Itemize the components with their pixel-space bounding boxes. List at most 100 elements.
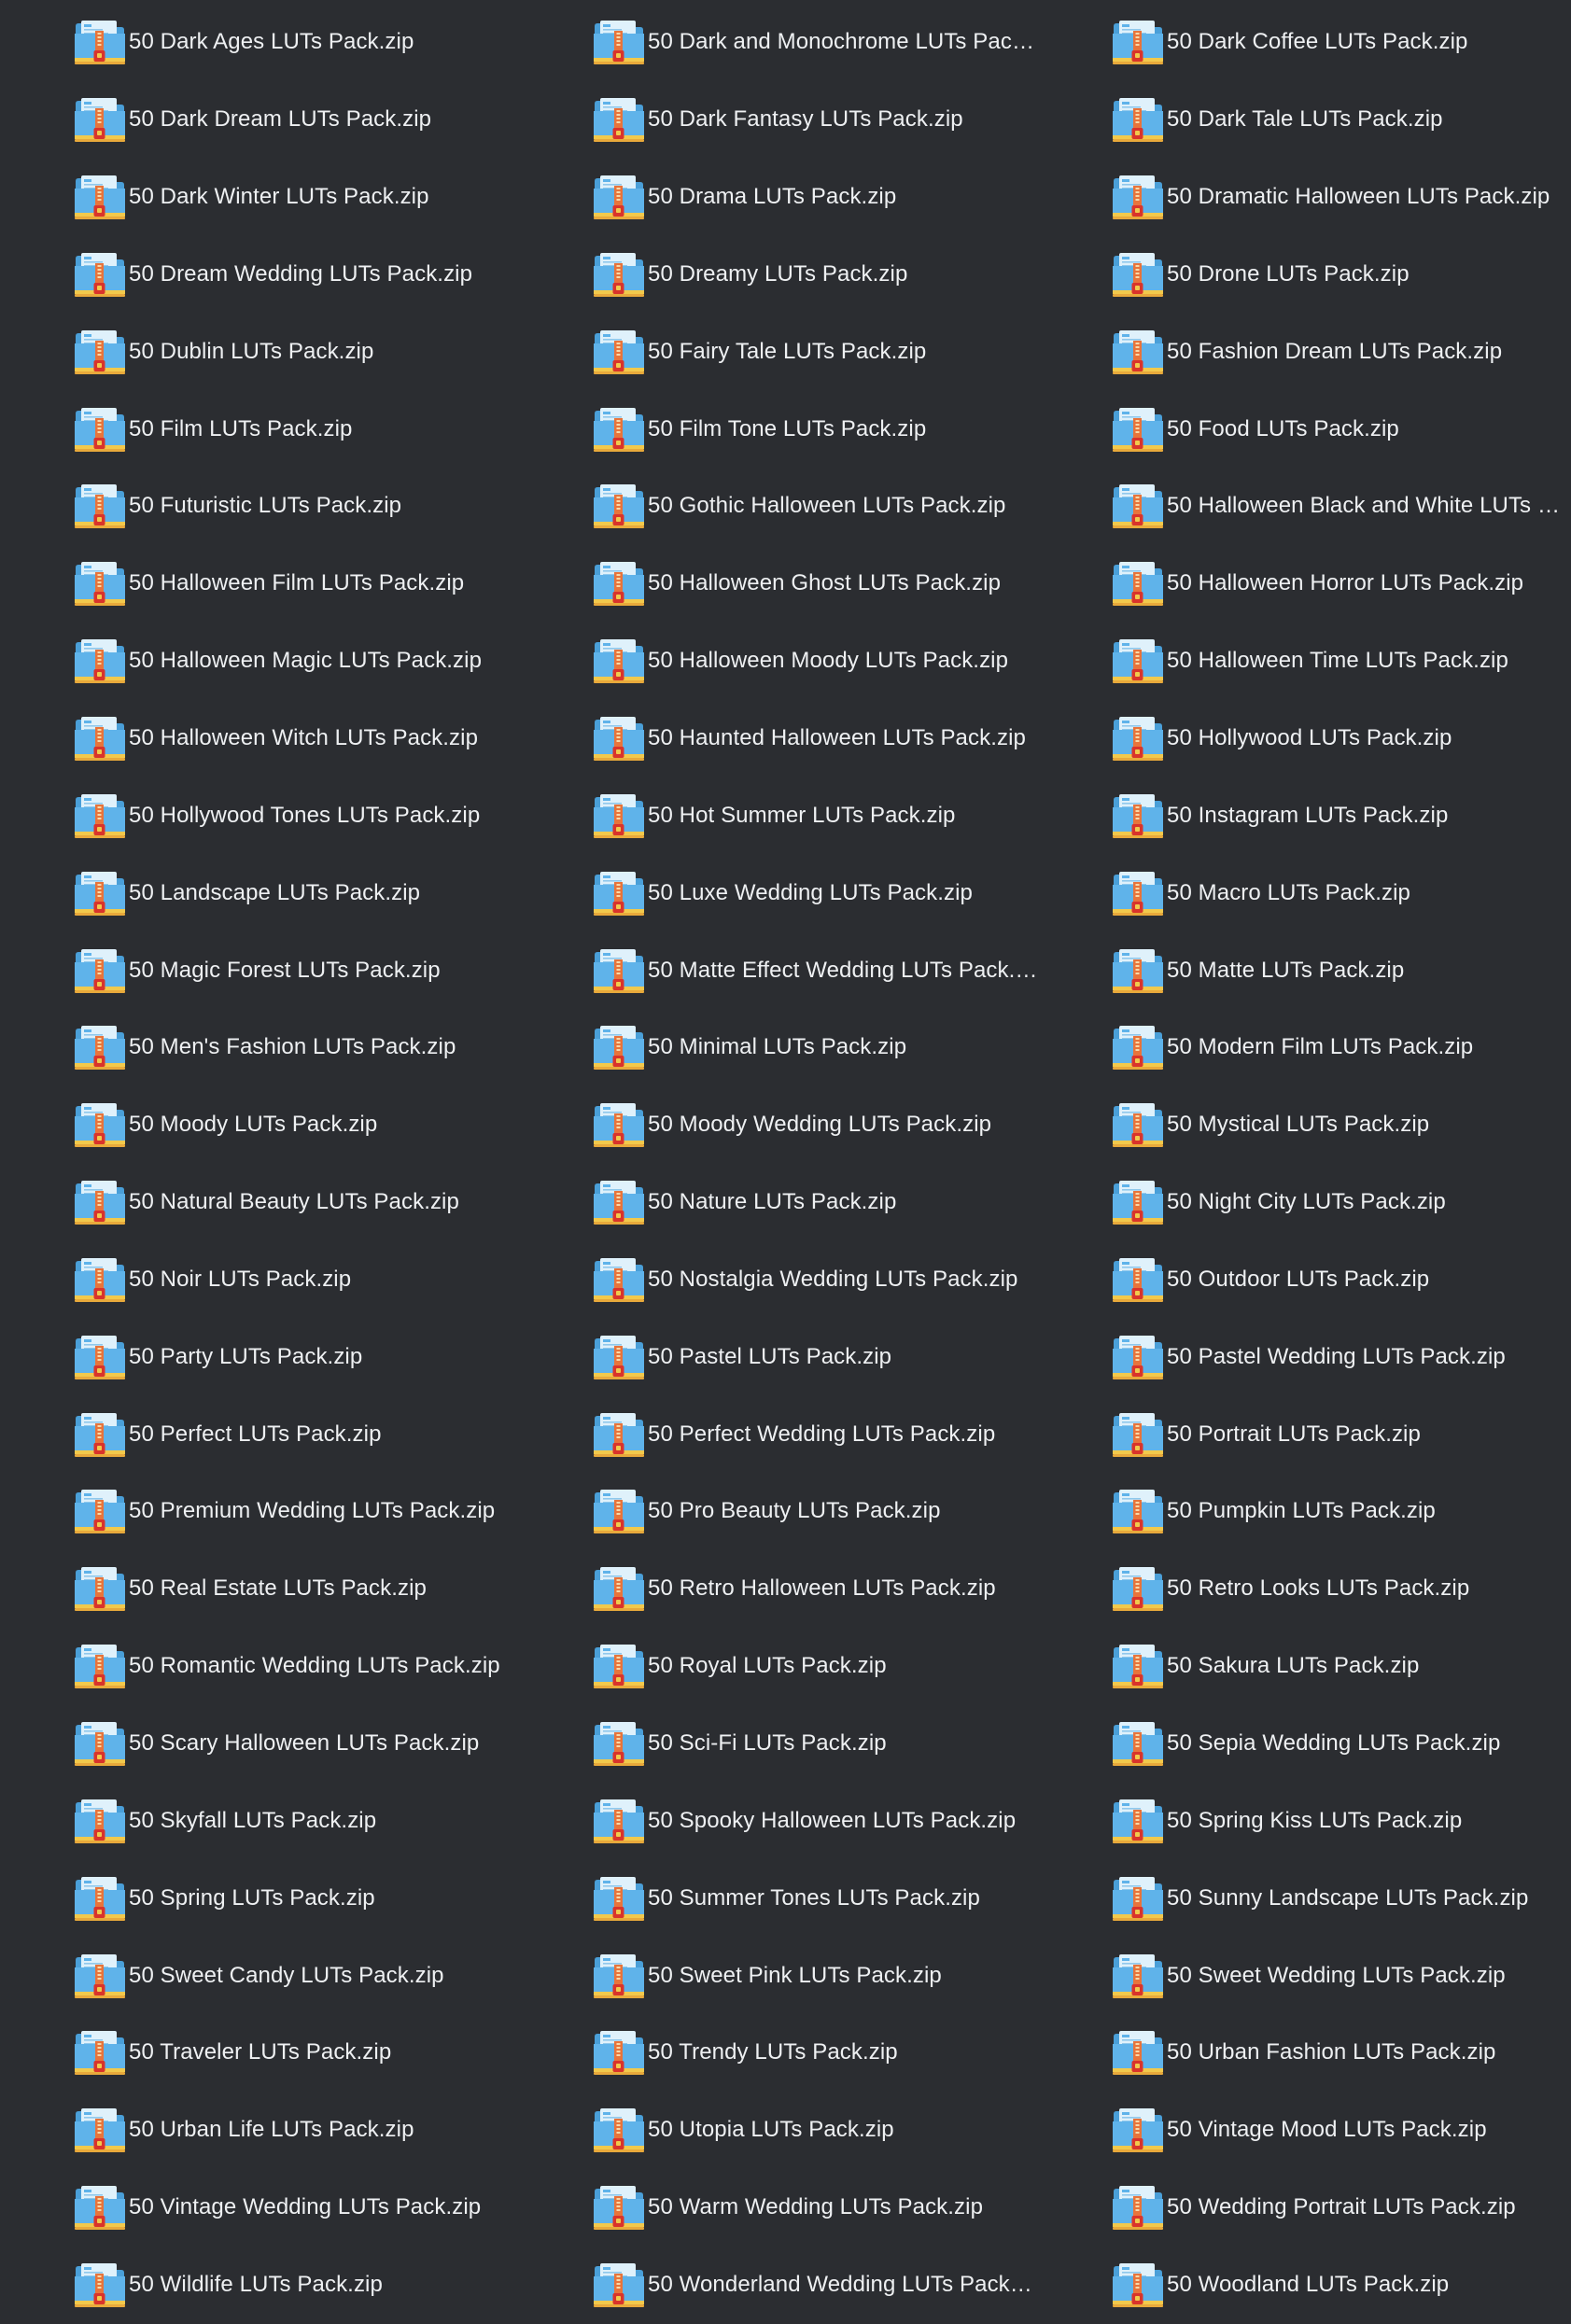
file-item[interactable]: 50 Gothic Halloween LUTs Pack.zip (519, 468, 1038, 545)
file-item[interactable]: 50 Dark Ages LUTs Pack.zip (0, 4, 519, 81)
zip-archive-icon (1111, 92, 1165, 147)
file-item[interactable]: 50 Perfect LUTs Pack.zip (0, 1395, 519, 1473)
file-item[interactable]: 50 Night City LUTs Pack.zip (1038, 1164, 1571, 1241)
file-item[interactable]: 50 Futuristic LUTs Pack.zip (0, 468, 519, 545)
file-item[interactable]: 50 Dublin LUTs Pack.zip (0, 313, 519, 390)
file-item[interactable]: 50 Halloween Horror LUTs Pack.zip (1038, 545, 1571, 623)
file-item[interactable]: 50 Retro Looks LUTs Pack.zip (1038, 1550, 1571, 1628)
file-item[interactable]: 50 Pumpkin LUTs Pack.zip (1038, 1473, 1571, 1550)
file-item[interactable]: 50 Traveler LUTs Pack.zip (0, 2014, 519, 2092)
file-item[interactable]: 50 Trendy LUTs Pack.zip (519, 2014, 1038, 2092)
file-item[interactable]: 50 Dark Coffee LUTs Pack.zip (1038, 4, 1571, 81)
file-item[interactable]: 50 Sweet Pink LUTs Pack.zip (519, 1937, 1038, 2014)
file-item[interactable]: 50 Perfect Wedding LUTs Pack.zip (519, 1395, 1038, 1473)
file-item[interactable]: 50 Urban Life LUTs Pack.zip (0, 2092, 519, 2169)
file-item[interactable]: 50 Vintage Mood LUTs Pack.zip (1038, 2092, 1571, 2169)
file-item[interactable]: 50 Fashion Dream LUTs Pack.zip (1038, 313, 1571, 390)
file-item[interactable]: 50 Warm Wedding LUTs Pack.zip (519, 2169, 1038, 2247)
file-item[interactable]: 50 Dream Wedding LUTs Pack.zip (0, 236, 519, 314)
file-item[interactable]: 50 Halloween Ghost LUTs Pack.zip (519, 545, 1038, 623)
zip-archive-icon (592, 2258, 646, 2312)
file-item[interactable]: 50 Dark Winter LUTs Pack.zip (0, 159, 519, 236)
file-item[interactable]: 50 Halloween Magic LUTs Pack.zip (0, 623, 519, 700)
file-item[interactable]: 50 Food LUTs Pack.zip (1038, 390, 1571, 468)
file-item[interactable]: 50 Sunny Landscape LUTs Pack.zip (1038, 1859, 1571, 1937)
file-item[interactable]: 50 Dark Dream LUTs Pack.zip (0, 81, 519, 159)
file-item[interactable]: 50 Landscape LUTs Pack.zip (0, 854, 519, 931)
file-item[interactable]: 50 Matte LUTs Pack.zip (1038, 931, 1571, 1009)
zip-archive-icon (592, 402, 646, 456)
file-item[interactable]: 50 Hot Summer LUTs Pack.zip (519, 777, 1038, 854)
file-item[interactable]: 50 Modern Film LUTs Pack.zip (1038, 1009, 1571, 1086)
file-item[interactable]: 50 Macro LUTs Pack.zip (1038, 854, 1571, 931)
file-item[interactable]: 50 Dark Tale LUTs Pack.zip (1038, 81, 1571, 159)
file-item[interactable]: 50 Drone LUTs Pack.zip (1038, 236, 1571, 314)
file-item[interactable]: 50 Party LUTs Pack.zip (0, 1318, 519, 1395)
file-item[interactable]: 50 Dark Fantasy LUTs Pack.zip (519, 81, 1038, 159)
file-item[interactable]: 50 Wildlife LUTs Pack.zip (0, 2246, 519, 2323)
file-item[interactable]: 50 Woodland LUTs Pack.zip (1038, 2246, 1571, 2323)
file-name: 50 Wedding Portrait LUTs Pack.zip (1167, 2194, 1516, 2220)
file-item[interactable]: 50 Spring Kiss LUTs Pack.zip (1038, 1782, 1571, 1859)
file-item[interactable]: 50 Wedding Portrait LUTs Pack.zip (1038, 2169, 1571, 2247)
file-item[interactable]: 50 Sci-Fi LUTs Pack.zip (519, 1705, 1038, 1783)
file-item[interactable]: 50 Romantic Wedding LUTs Pack.zip (0, 1628, 519, 1705)
file-item[interactable]: 50 Minimal LUTs Pack.zip (519, 1009, 1038, 1086)
zip-archive-icon (1111, 15, 1165, 69)
file-item[interactable]: 50 Skyfall LUTs Pack.zip (0, 1782, 519, 1859)
file-item[interactable]: 50 Pro Beauty LUTs Pack.zip (519, 1473, 1038, 1550)
file-item[interactable]: 50 Hollywood LUTs Pack.zip (1038, 700, 1571, 777)
zip-archive-icon (73, 170, 127, 224)
file-item[interactable]: 50 Dark and Monochrome LUTs Pack.zip (519, 4, 1038, 81)
file-item[interactable]: 50 Halloween Witch LUTs Pack.zip (0, 700, 519, 777)
file-item[interactable]: 50 Men's Fashion LUTs Pack.zip (0, 1009, 519, 1086)
file-item[interactable]: 50 Spring LUTs Pack.zip (0, 1859, 519, 1937)
file-item[interactable]: 50 Retro Halloween LUTs Pack.zip (519, 1550, 1038, 1628)
file-name: 50 Real Estate LUTs Pack.zip (129, 1575, 427, 1602)
file-item[interactable]: 50 Nostalgia Wedding LUTs Pack.zip (519, 1241, 1038, 1319)
file-item[interactable]: 50 Pastel LUTs Pack.zip (519, 1318, 1038, 1395)
file-item[interactable]: 50 Instagram LUTs Pack.zip (1038, 777, 1571, 854)
file-item[interactable]: 50 Scary Halloween LUTs Pack.zip (0, 1705, 519, 1783)
file-item[interactable]: 50 Natural Beauty LUTs Pack.zip (0, 1164, 519, 1241)
file-item[interactable]: 50 Outdoor LUTs Pack.zip (1038, 1241, 1571, 1319)
file-item[interactable]: 50 Urban Fashion LUTs Pack.zip (1038, 2014, 1571, 2092)
file-item[interactable]: 50 Drama LUTs Pack.zip (519, 159, 1038, 236)
file-item[interactable]: 50 Portrait LUTs Pack.zip (1038, 1395, 1571, 1473)
file-item[interactable]: 50 Matte Effect Wedding LUTs Pack.zip (519, 931, 1038, 1009)
file-item[interactable]: 50 Dreamy LUTs Pack.zip (519, 236, 1038, 314)
file-item[interactable]: 50 Fairy Tale LUTs Pack.zip (519, 313, 1038, 390)
file-item[interactable]: 50 Luxe Wedding LUTs Pack.zip (519, 854, 1038, 931)
file-item[interactable]: 50 Wonderland Wedding LUTs Pack.zip (519, 2246, 1038, 2323)
file-item[interactable]: 50 Sakura LUTs Pack.zip (1038, 1628, 1571, 1705)
file-name: 50 Scary Halloween LUTs Pack.zip (129, 1729, 480, 1756)
file-item[interactable]: 50 Spooky Halloween LUTs Pack.zip (519, 1782, 1038, 1859)
file-item[interactable]: 50 Halloween Black and White LUTs Pa... (1038, 468, 1571, 545)
file-item[interactable]: 50 Haunted Halloween LUTs Pack.zip (519, 700, 1038, 777)
file-item[interactable]: 50 Moody LUTs Pack.zip (0, 1086, 519, 1164)
file-item[interactable]: 50 Real Estate LUTs Pack.zip (0, 1550, 519, 1628)
file-item[interactable]: 50 Vintage Wedding LUTs Pack.zip (0, 2169, 519, 2247)
file-item[interactable]: 50 Film LUTs Pack.zip (0, 390, 519, 468)
file-item[interactable]: 50 Hollywood Tones LUTs Pack.zip (0, 777, 519, 854)
file-item[interactable]: 50 Sweet Candy LUTs Pack.zip (0, 1937, 519, 2014)
file-item[interactable]: 50 Summer Tones LUTs Pack.zip (519, 1859, 1038, 1937)
file-name: 50 Haunted Halloween LUTs Pack.zip (648, 725, 1026, 751)
file-item[interactable]: 50 Sweet Wedding LUTs Pack.zip (1038, 1937, 1571, 2014)
file-item[interactable]: 50 Royal LUTs Pack.zip (519, 1628, 1038, 1705)
file-item[interactable]: 50 Film Tone LUTs Pack.zip (519, 390, 1038, 468)
file-item[interactable]: 50 Magic Forest LUTs Pack.zip (0, 931, 519, 1009)
file-item[interactable]: 50 Noir LUTs Pack.zip (0, 1241, 519, 1319)
file-item[interactable]: 50 Nature LUTs Pack.zip (519, 1164, 1038, 1241)
file-item[interactable]: 50 Halloween Time LUTs Pack.zip (1038, 623, 1571, 700)
file-item[interactable]: 50 Halloween Film LUTs Pack.zip (0, 545, 519, 623)
file-item[interactable]: 50 Sepia Wedding LUTs Pack.zip (1038, 1705, 1571, 1783)
file-item[interactable]: 50 Utopia LUTs Pack.zip (519, 2092, 1038, 2169)
file-item[interactable]: 50 Pastel Wedding LUTs Pack.zip (1038, 1318, 1571, 1395)
file-item[interactable]: 50 Premium Wedding LUTs Pack.zip (0, 1473, 519, 1550)
file-item[interactable]: 50 Moody Wedding LUTs Pack.zip (519, 1086, 1038, 1164)
file-item[interactable]: 50 Halloween Moody LUTs Pack.zip (519, 623, 1038, 700)
file-item[interactable]: 50 Dramatic Halloween LUTs Pack.zip (1038, 159, 1571, 236)
file-name: 50 Retro Looks LUTs Pack.zip (1167, 1575, 1470, 1602)
file-item[interactable]: 50 Mystical LUTs Pack.zip (1038, 1086, 1571, 1164)
